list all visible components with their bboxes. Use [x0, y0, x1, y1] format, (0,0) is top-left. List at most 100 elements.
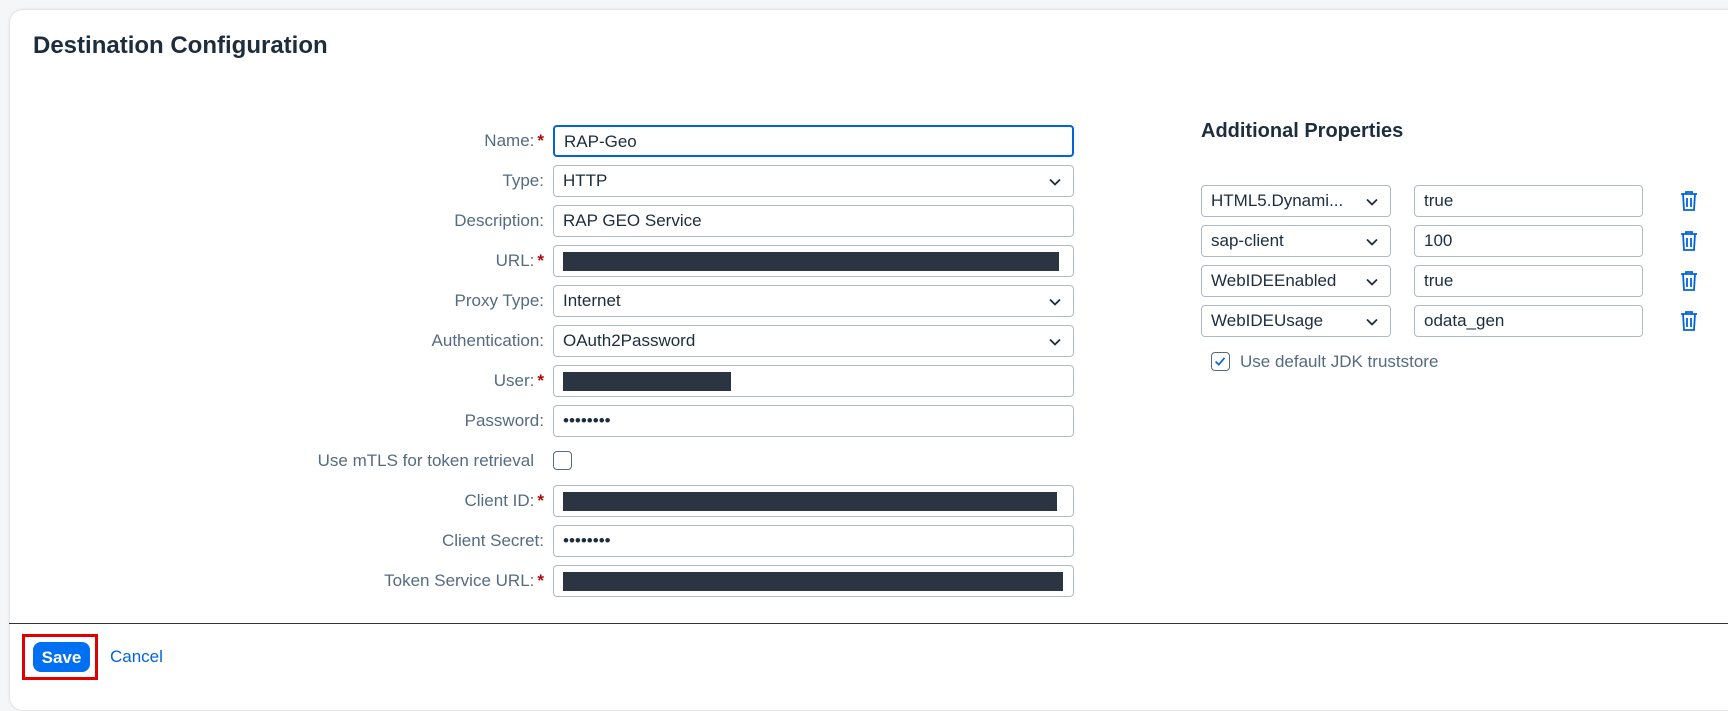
redacted-value	[563, 252, 1059, 271]
property-value-input[interactable]: odata_gen	[1414, 305, 1643, 337]
name-label-wrap: Name: *	[0, 125, 544, 157]
proxy-type-select[interactable]: Internet	[553, 285, 1074, 317]
password-row: Password: ••••••••	[0, 405, 1074, 437]
chevron-down-icon	[1366, 238, 1378, 246]
footer-divider	[9, 623, 1728, 624]
user-label-wrap: User: *	[0, 365, 544, 397]
password-value: ••••••••	[563, 411, 611, 430]
destination-config-card	[9, 9, 1728, 711]
property-value: true	[1424, 191, 1454, 210]
password-label: Password:	[464, 411, 544, 430]
property-key-select[interactable]: HTML5.Dynami...	[1201, 185, 1391, 217]
type-label-wrap: Type:	[0, 165, 544, 197]
client-secret-label-wrap: Client Secret:	[0, 525, 544, 557]
jdk-truststore-checkbox[interactable]	[1211, 352, 1230, 371]
url-input[interactable]	[553, 245, 1074, 277]
client-secret-row: Client Secret: ••••••••	[0, 525, 1074, 557]
proxy-type-value: Internet	[563, 291, 621, 310]
property-key-value: WebIDEUsage	[1211, 311, 1324, 330]
property-key-value: sap-client	[1211, 231, 1284, 250]
page-title: Destination Configuration	[33, 32, 328, 59]
delete-icon[interactable]	[1679, 310, 1699, 332]
mtls-checkbox[interactable]	[553, 451, 572, 470]
authentication-label: Authentication:	[431, 331, 544, 350]
name-input-value: RAP-Geo	[564, 132, 637, 151]
property-value-input[interactable]: 100	[1414, 225, 1643, 257]
authentication-value: OAuth2Password	[563, 331, 696, 350]
password-input[interactable]: ••••••••	[553, 405, 1074, 437]
user-row: User: *	[0, 365, 1074, 397]
property-value: odata_gen	[1424, 311, 1505, 330]
delete-icon[interactable]	[1679, 190, 1699, 212]
required-marker: *	[537, 131, 544, 150]
type-label: Type:	[502, 171, 544, 190]
proxy-type-label: Proxy Type:	[454, 291, 544, 310]
client-id-label-wrap: Client ID: *	[0, 485, 544, 517]
mtls-label: Use mTLS for token retrieval	[317, 451, 534, 470]
description-label: Description:	[454, 211, 544, 230]
property-value: true	[1424, 271, 1454, 290]
proxy-type-row: Proxy Type: Internet	[0, 285, 1074, 317]
cancel-button[interactable]: Cancel	[110, 642, 163, 672]
property-value-input[interactable]: true	[1414, 265, 1643, 297]
client-id-row: Client ID: *	[0, 485, 1074, 517]
required-marker: *	[537, 571, 544, 590]
property-key-select[interactable]: sap-client	[1201, 225, 1391, 257]
required-marker: *	[537, 491, 544, 510]
chevron-down-icon	[1366, 278, 1378, 286]
url-label-wrap: URL: *	[0, 245, 544, 277]
mtls-label-wrap: Use mTLS for token retrieval	[0, 445, 534, 477]
authentication-row: Authentication: OAuth2Password	[0, 325, 1074, 357]
name-input[interactable]: RAP-Geo	[553, 125, 1074, 157]
property-key-select[interactable]: WebIDEEnabled	[1201, 265, 1391, 297]
property-value-input[interactable]: true	[1414, 185, 1643, 217]
user-input[interactable]	[553, 365, 1074, 397]
property-key-select[interactable]: WebIDEUsage	[1201, 305, 1391, 337]
name-row: Name: * RAP-Geo	[0, 125, 1074, 157]
delete-icon[interactable]	[1679, 270, 1699, 292]
required-marker: *	[537, 251, 544, 270]
description-label-wrap: Description:	[0, 205, 544, 237]
token-service-url-label-wrap: Token Service URL: *	[0, 565, 544, 597]
property-key-value: HTML5.Dynami...	[1211, 191, 1344, 210]
redacted-value	[563, 372, 731, 391]
delete-icon[interactable]	[1679, 230, 1699, 252]
chevron-down-icon	[1049, 338, 1061, 346]
proxy-type-label-wrap: Proxy Type:	[0, 285, 544, 317]
chevron-down-icon	[1049, 178, 1061, 186]
redacted-value	[563, 572, 1063, 591]
checkmark-icon	[1215, 357, 1226, 366]
token-service-url-row: Token Service URL: *	[0, 565, 1074, 597]
mtls-row: Use mTLS for token retrieval	[0, 445, 1074, 477]
url-label: URL: *	[495, 251, 544, 270]
jdk-truststore-label: Use default JDK truststore	[1240, 352, 1439, 371]
chevron-down-icon	[1049, 298, 1061, 306]
description-row: Description: RAP GEO Service	[0, 205, 1074, 237]
token-service-url-label: Token Service URL: *	[384, 571, 544, 590]
client-id-input[interactable]	[553, 485, 1074, 517]
required-marker: *	[537, 371, 544, 390]
authentication-label-wrap: Authentication:	[0, 325, 544, 357]
property-key-value: WebIDEEnabled	[1211, 271, 1337, 290]
token-service-url-input[interactable]	[553, 565, 1074, 597]
type-select[interactable]: HTTP	[553, 165, 1074, 197]
additional-properties-title: Additional Properties	[1201, 120, 1404, 142]
client-secret-value: ••••••••	[563, 531, 611, 550]
chevron-down-icon	[1366, 198, 1378, 206]
redacted-value	[563, 492, 1057, 511]
password-label-wrap: Password:	[0, 405, 544, 437]
property-value: 100	[1424, 231, 1453, 250]
client-id-label: Client ID: *	[464, 491, 544, 510]
type-row: Type: HTTP	[0, 165, 1074, 197]
client-secret-label: Client Secret:	[441, 531, 544, 550]
description-input[interactable]: RAP GEO Service	[553, 205, 1074, 237]
authentication-select[interactable]: OAuth2Password	[553, 325, 1074, 357]
save-button[interactable]: Save	[33, 642, 90, 672]
type-select-value: HTTP	[563, 171, 608, 190]
url-row: URL: *	[0, 245, 1074, 277]
user-label: User: *	[493, 371, 544, 390]
client-secret-input[interactable]: ••••••••	[553, 525, 1074, 557]
chevron-down-icon	[1366, 318, 1378, 326]
description-input-value: RAP GEO Service	[563, 211, 702, 230]
name-label: Name: *	[484, 131, 544, 150]
